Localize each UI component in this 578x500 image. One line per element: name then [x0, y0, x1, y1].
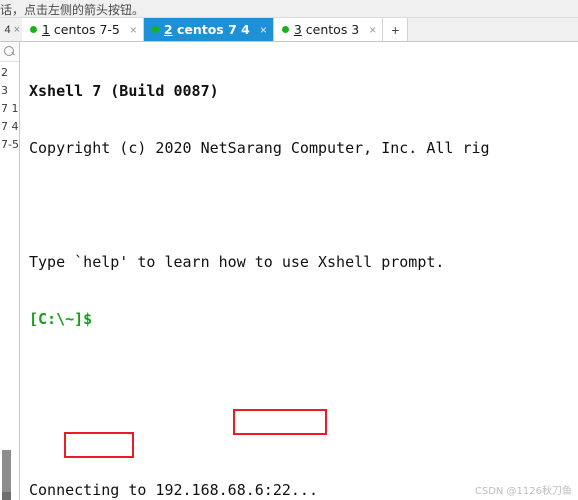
list-item[interactable]: 3	[0, 82, 19, 100]
top-hint-text: 话，点击左侧的箭头按钮。	[0, 3, 145, 17]
status-dot-icon	[281, 26, 289, 33]
new-tab-button[interactable]: +	[383, 18, 409, 41]
list-item[interactable]: 2	[0, 64, 19, 82]
status-dot-icon	[151, 26, 159, 33]
tab-number: 1	[42, 22, 50, 37]
terminal-line: Type `help' to learn how to use Xshell p…	[29, 253, 445, 271]
tab-label: 2 centos 7 4	[164, 22, 250, 37]
tab-clipped-number: 4	[4, 23, 11, 36]
tab-number: 3	[293, 22, 302, 37]
terminal-line: Copyright (c) 2020 NetSarang Computer, I…	[29, 139, 490, 157]
tab-centos-7-5[interactable]: 1 centos 7-5 ×	[22, 18, 144, 41]
list-item[interactable]: 7 1.	[0, 100, 19, 118]
tab-clipped-left[interactable]: 4 ×	[0, 18, 22, 41]
tab-number: 2	[163, 22, 173, 37]
close-icon[interactable]: ×	[260, 23, 267, 37]
close-icon[interactable]: ×	[130, 23, 137, 37]
terminal-line: Xshell 7 (Build 0087)	[29, 82, 219, 100]
tab-strip: 4 × 1 centos 7-5 × 2 centos 7 4 × 3 cent…	[0, 18, 578, 42]
status-dot-icon	[30, 26, 37, 33]
sidebar-scrollbar-marker[interactable]	[2, 492, 11, 500]
tab-label: 3 centos 3	[294, 22, 359, 37]
tab-label: 1 centos 7-5	[42, 22, 120, 37]
list-item[interactable]: 7-5	[0, 136, 19, 154]
tab-title: centos 3	[301, 22, 360, 37]
close-icon[interactable]: ×	[14, 24, 20, 36]
session-list: 2 3 7 1. 7 4 7-5	[0, 64, 19, 154]
terminal-output[interactable]: Xshell 7 (Build 0087) Copyright (c) 2020…	[21, 42, 578, 500]
sidebar-scrollbar-thumb[interactable]	[2, 450, 11, 492]
list-item[interactable]: 7 4	[0, 118, 19, 136]
tab-centos-7-4[interactable]: 2 centos 7 4 ×	[143, 18, 274, 41]
tab-centos-3[interactable]: 3 centos 3 ×	[273, 18, 384, 41]
tab-title: centos 7 4	[172, 22, 250, 37]
terminal-line-local-prompt: [C:\~]$	[29, 310, 93, 328]
session-sidebar: 2 3 7 1. 7 4 7-5	[0, 42, 20, 500]
tab-title: centos 7-5	[49, 22, 120, 37]
watermark: CSDN @1126秋刀鱼	[474, 486, 572, 497]
top-hint-bar: 话，点击左侧的箭头按钮。	[0, 0, 578, 18]
search-icon	[4, 46, 14, 56]
close-icon[interactable]: ×	[369, 23, 376, 37]
session-search-box[interactable]	[0, 42, 19, 62]
tab-strip-filler	[408, 18, 578, 41]
